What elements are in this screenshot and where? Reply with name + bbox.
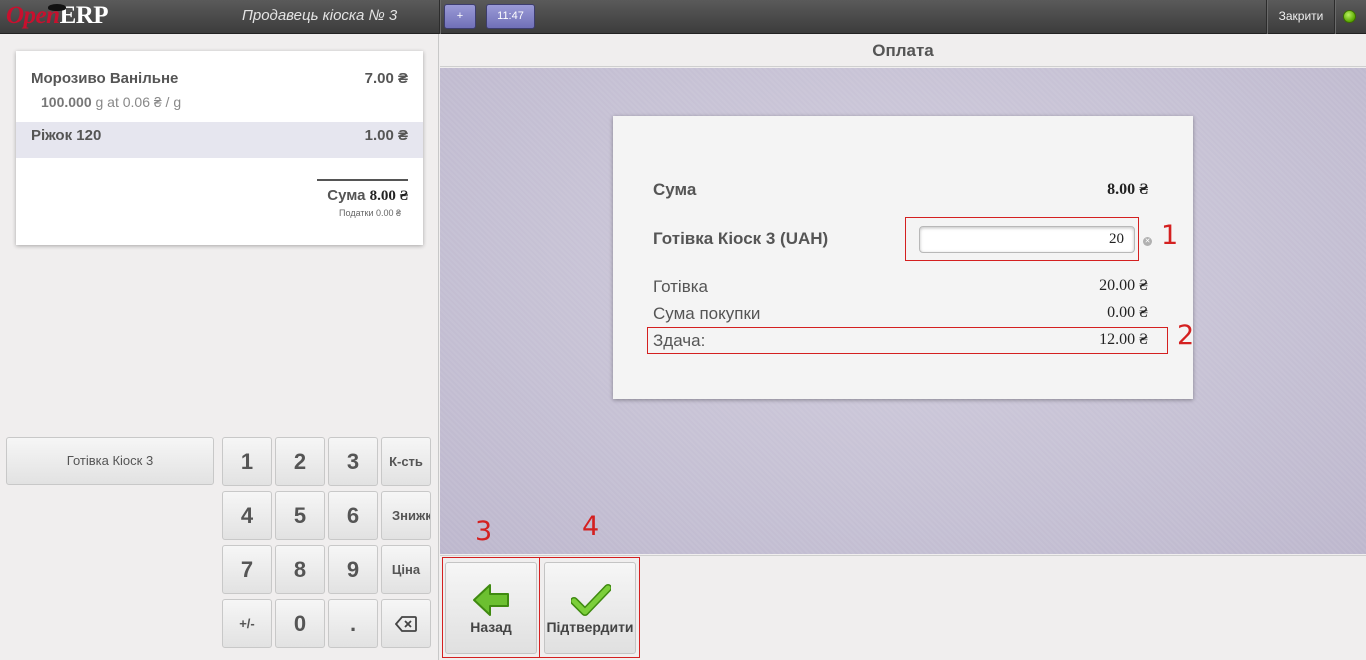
- left-pane: Морозиво Ванільне 7.00 ₴ 100.000 g at 0.…: [0, 34, 439, 660]
- product-name: Ріжок 120: [31, 127, 102, 144]
- mode-quantity-button[interactable]: К-сть: [381, 437, 431, 486]
- purchase-value: 0.00 ₴: [1107, 304, 1148, 321]
- total-rule: [317, 179, 408, 181]
- cashier-name: Продавець кіоска № 3: [242, 7, 398, 24]
- line-info: 100.000 g at 0.06 ₴ / g: [41, 94, 181, 110]
- numpad-key-7[interactable]: 7: [222, 545, 272, 594]
- remove-payment-icon[interactable]: ✕: [1143, 237, 1152, 246]
- action-bar: Назад Підтвердити: [440, 555, 1366, 660]
- paid-value: 20.00 ₴: [1099, 277, 1148, 294]
- purchase-label: Сума покупки: [653, 304, 761, 323]
- close-button[interactable]: Закрити: [1267, 0, 1335, 34]
- annotation-number: 2: [1177, 320, 1195, 351]
- payment-screen: Сума 8.00 ₴ Готівка Кіоск 3 (UAH) 20 ✕ Г…: [440, 68, 1366, 554]
- mode-discount-button[interactable]: Знижка: [381, 491, 431, 540]
- order-total: Сума 8.00 ₴: [327, 187, 408, 205]
- cash-payment-button[interactable]: Готівка Кіоск 3: [6, 437, 214, 485]
- paid-label: Готівка: [653, 277, 709, 296]
- annotation-box: [539, 557, 640, 658]
- annotation-number: 3: [475, 516, 493, 547]
- order-line-selected[interactable]: Ріжок 120 1.00 ₴: [16, 122, 423, 158]
- online-status-icon: [1343, 10, 1356, 23]
- payment-method-label: Готівка Кіоск 3 (UAH): [653, 229, 829, 248]
- annotation-number: 4: [582, 511, 600, 542]
- backspace-icon: [394, 616, 417, 632]
- due-value: 8.00 ₴: [1107, 181, 1148, 198]
- line-price: 1.00 ₴: [364, 127, 408, 144]
- line-price: 7.00 ₴: [364, 70, 408, 87]
- annotation-box: [442, 557, 540, 658]
- numpad-key-5[interactable]: 5: [275, 491, 325, 540]
- numpad-key-8[interactable]: 8: [275, 545, 325, 594]
- numpad-key-sign[interactable]: +/-: [222, 599, 272, 648]
- screen-title: Оплата: [440, 34, 1366, 67]
- divider: [1334, 0, 1335, 34]
- order-taxes: Податки 0.00 ₴: [339, 208, 401, 218]
- numpad-key-2[interactable]: 2: [275, 437, 325, 486]
- annotation-number: 1: [1161, 220, 1179, 251]
- numpad-key-4[interactable]: 4: [222, 491, 272, 540]
- divider: [439, 0, 440, 34]
- total-label: Сума: [327, 187, 366, 204]
- numpad-key-dot[interactable]: .: [328, 599, 378, 648]
- order-receipt: Морозиво Ванільне 7.00 ₴ 100.000 g at 0.…: [16, 51, 423, 245]
- numpad-key-6[interactable]: 6: [328, 491, 378, 540]
- due-label: Сума: [653, 180, 697, 199]
- order-line[interactable]: Морозиво Ванільне 7.00 ₴ 100.000 g at 0.…: [16, 51, 423, 122]
- top-bar: OpenERP Продавець кіоска № 3 + 11:47 Зак…: [0, 0, 1366, 34]
- backspace-button[interactable]: [381, 599, 431, 648]
- line-qty: 100.000: [41, 94, 92, 110]
- numpad-key-1[interactable]: 1: [222, 437, 272, 486]
- mode-price-button[interactable]: Ціна: [381, 545, 431, 594]
- line-unit-info: g at 0.06 ₴ / g: [95, 94, 182, 110]
- numpad-key-3[interactable]: 3: [328, 437, 378, 486]
- annotation-box: [647, 327, 1168, 354]
- numpad-key-0[interactable]: 0: [275, 599, 325, 648]
- total-value: 8.00 ₴: [369, 188, 408, 204]
- product-name: Морозиво Ванільне: [31, 70, 179, 87]
- logo-ant-icon: [48, 4, 66, 11]
- numpad-key-9[interactable]: 9: [328, 545, 378, 594]
- new-order-button[interactable]: +: [444, 4, 476, 29]
- order-tab-time[interactable]: 11:47: [486, 4, 535, 29]
- annotation-box: [905, 217, 1139, 261]
